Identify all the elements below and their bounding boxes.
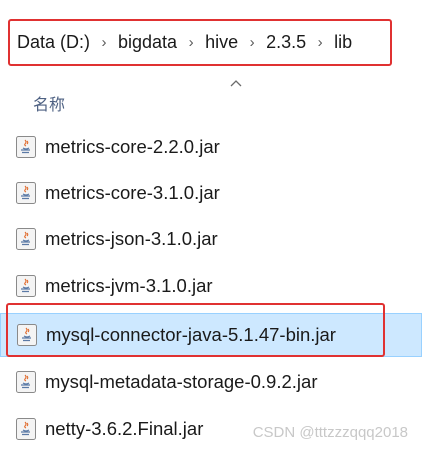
chevron-right-icon[interactable]: ›: [238, 34, 266, 51]
file-row[interactable]: mysql-metadata-storage-0.9.2.jar: [0, 360, 422, 404]
file-row[interactable]: metrics-core-2.2.0.jar: [0, 125, 422, 169]
java-jar-icon: [16, 371, 36, 393]
file-name: metrics-json-3.1.0.jar: [45, 228, 218, 249]
breadcrumb-item-hive[interactable]: hive: [205, 32, 238, 53]
breadcrumb-item-lib[interactable]: lib: [334, 32, 352, 53]
chevron-right-icon[interactable]: ›: [177, 34, 205, 51]
file-row[interactable]: metrics-json-3.1.0.jar: [0, 217, 422, 261]
breadcrumb-item-drive[interactable]: Data (D:): [17, 32, 90, 53]
java-jar-icon: [16, 228, 36, 250]
java-jar-icon: [16, 275, 36, 297]
file-row[interactable]: metrics-core-3.1.0.jar: [0, 171, 422, 215]
java-jar-icon: [16, 182, 36, 204]
file-explorer-window: Data (D:) › bigdata › hive › 2.3.5 › lib…: [0, 0, 422, 453]
file-name: netty-3.6.2.Final.jar: [45, 418, 204, 439]
java-jar-icon: [16, 136, 36, 158]
file-name: metrics-jvm-3.1.0.jar: [45, 275, 213, 296]
column-header-name[interactable]: 名称: [33, 91, 65, 115]
breadcrumb-item-bigdata[interactable]: bigdata: [118, 32, 177, 53]
chevron-right-icon[interactable]: ›: [90, 34, 118, 51]
chevron-right-icon[interactable]: ›: [306, 34, 334, 51]
breadcrumb-item-version[interactable]: 2.3.5: [266, 32, 306, 53]
file-name: metrics-core-2.2.0.jar: [45, 136, 220, 157]
watermark: CSDN @tttzzzqqq2018: [252, 424, 408, 441]
file-row-selected[interactable]: mysql-connector-java-5.1.47-bin.jar: [0, 313, 422, 357]
java-jar-icon: [16, 418, 36, 440]
file-name: metrics-core-3.1.0.jar: [45, 182, 220, 203]
java-jar-icon: [17, 324, 37, 346]
file-name: mysql-metadata-storage-0.9.2.jar: [45, 371, 318, 392]
file-name: mysql-connector-java-5.1.47-bin.jar: [46, 324, 336, 345]
chevron-up-icon[interactable]: [226, 76, 246, 90]
file-row[interactable]: metrics-jvm-3.1.0.jar: [0, 264, 422, 308]
breadcrumb[interactable]: Data (D:) › bigdata › hive › 2.3.5 › lib: [8, 19, 392, 66]
